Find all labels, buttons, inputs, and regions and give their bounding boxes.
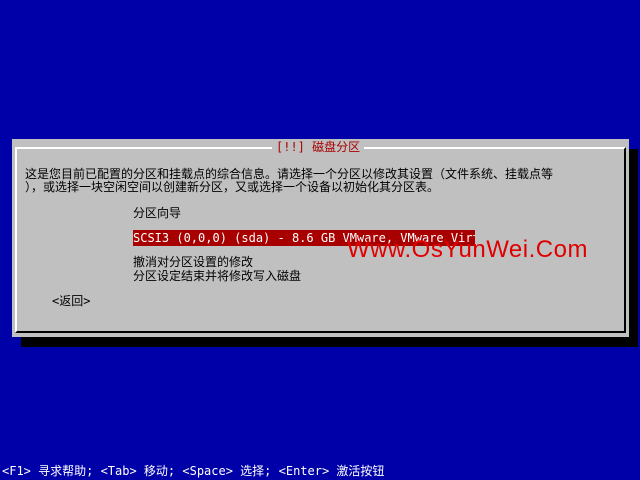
- watermark: Www.OsYunWei.Com: [347, 236, 588, 263]
- back-button[interactable]: <返回>: [52, 293, 90, 309]
- description-line-2: ），或选择一块空闲空间以创建新分区，又或选择一个设备以初始化其分区表。: [25, 180, 440, 194]
- dialog-title: [!!] 磁盘分区: [272, 139, 365, 155]
- menu-item-partition-wizard[interactable]: 分区向导: [133, 205, 181, 221]
- help-bar: <F1> 寻求帮助; <Tab> 移动; <Space> 选择; <Enter>…: [0, 462, 640, 480]
- menu-item-finish-partitioning[interactable]: 分区设定结束并将修改写入磁盘: [133, 268, 301, 284]
